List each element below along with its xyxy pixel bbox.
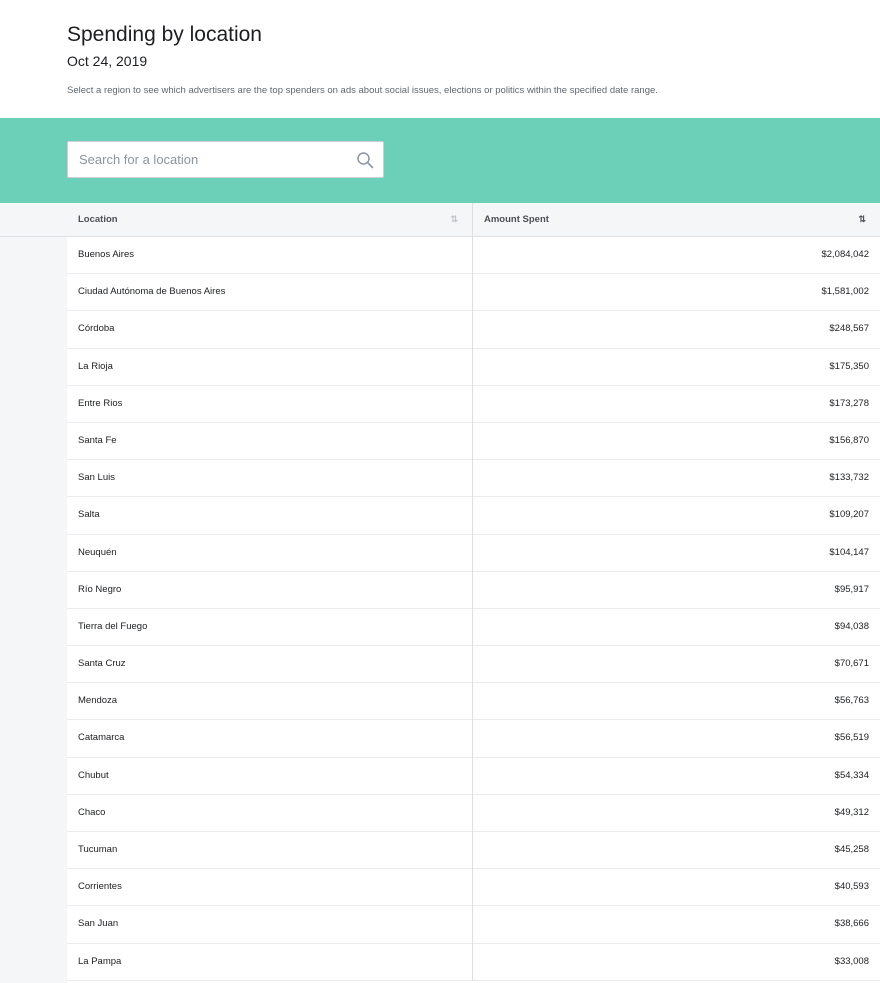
location-cell[interactable]: Córdoba	[67, 311, 473, 349]
column-header-location[interactable]: Location ⇅	[67, 203, 473, 236]
date-label: Oct 24, 2019	[67, 53, 148, 69]
table-row[interactable]: Catamarca $56,519	[67, 720, 880, 758]
table-row[interactable]: Salta $109,207	[67, 497, 880, 535]
amount-cell: $45,258	[834, 844, 869, 855]
table-row[interactable]: Santa Fe $156,870	[67, 422, 880, 461]
table-row[interactable]: Río Negro $95,917	[67, 571, 880, 609]
amount-cell: $2,084,042	[821, 249, 869, 260]
location-cell[interactable]: Chaco	[67, 794, 473, 832]
column-header-amount-spent[interactable]: Amount Spent ⇅	[473, 203, 880, 236]
amount-cell: $95,917	[834, 583, 869, 595]
search-input[interactable]	[68, 142, 359, 177]
table-row[interactable]: La Pampa $33,008	[67, 943, 880, 981]
location-cell[interactable]: Ciudad Autónoma de Buenos Aires	[67, 274, 473, 312]
table-row[interactable]: Córdoba $248,567	[67, 311, 880, 349]
table-row[interactable]: La Rioja $175,350	[67, 348, 880, 386]
table-row[interactable]: Chaco $49,312	[67, 794, 880, 832]
amount-cell: $1,581,002	[821, 286, 869, 298]
sort-icon[interactable]: ⇅	[450, 203, 458, 236]
table-row[interactable]: Corrientes $40,593	[67, 869, 880, 907]
search-icon[interactable]	[356, 151, 374, 169]
amount-cell: $56,519	[834, 732, 869, 744]
table-row[interactable]: Chubut $54,334	[67, 757, 880, 795]
amount-cell: $54,334	[834, 769, 869, 781]
amount-cell: $109,207	[829, 509, 869, 521]
location-cell[interactable]: La Pampa	[67, 943, 473, 981]
location-cell[interactable]: La Rioja	[67, 348, 473, 386]
table-row[interactable]: Neuquén $104,147	[67, 534, 880, 572]
location-cell[interactable]: Catamarca	[67, 720, 473, 758]
location-cell[interactable]: Salta	[67, 497, 473, 535]
table-row[interactable]: San Luis $133,732	[67, 460, 880, 498]
location-cell[interactable]: Corrientes	[67, 869, 473, 907]
location-cell[interactable]: San Luis	[67, 460, 473, 498]
location-cell[interactable]: Neuquén	[67, 534, 473, 572]
amount-cell: $38,666	[834, 918, 869, 930]
amount-cell: $173,278	[829, 397, 869, 409]
table-header: Location ⇅ Amount Spent ⇅	[0, 203, 880, 237]
amount-cell: $175,350	[829, 360, 869, 372]
table-row[interactable]: Buenos Aires $2,084,042	[67, 237, 880, 275]
location-cell[interactable]: Tierra del Fuego	[67, 608, 473, 647]
page-title: Spending by location	[67, 23, 262, 46]
location-cell[interactable]: Mendoza	[67, 683, 473, 721]
table-body: Buenos Aires $2,084,042 Ciudad Autónoma de…	[67, 237, 880, 981]
table-row[interactable]: Tierra del Fuego $94,038	[67, 608, 880, 647]
column-header-label: Amount Spent	[484, 214, 549, 225]
table-row[interactable]: Santa Cruz $70,671	[67, 646, 880, 684]
search-box[interactable]	[67, 141, 384, 178]
amount-cell: $49,312	[834, 806, 869, 818]
location-cell[interactable]: Santa Fe	[67, 422, 473, 461]
location-cell[interactable]: Tucuman	[67, 832, 473, 870]
amount-cell: $56,763	[834, 695, 869, 707]
amount-cell: $248,567	[829, 323, 869, 335]
location-cell[interactable]: Río Negro	[67, 571, 473, 609]
search-band	[0, 118, 880, 203]
amount-cell: $156,870	[829, 434, 869, 446]
column-header-label: Location	[78, 214, 118, 225]
table-row[interactable]: San Juan $38,666	[67, 906, 880, 944]
amount-cell: $70,671	[834, 658, 869, 670]
sort-icon[interactable]: ⇅	[858, 203, 866, 236]
location-cell[interactable]: Entre Rios	[67, 385, 473, 423]
location-cell[interactable]: Santa Cruz	[67, 646, 473, 684]
amount-cell: $133,732	[829, 472, 869, 484]
location-cell[interactable]: San Juan	[67, 906, 473, 944]
table-row[interactable]: Mendoza $56,763	[67, 683, 880, 721]
table-row[interactable]: Tucuman $45,258	[67, 832, 880, 870]
amount-cell: $94,038	[834, 620, 869, 632]
table-row[interactable]: Ciudad Autónoma de Buenos Aires $1,581,00…	[67, 274, 880, 312]
amount-cell: $33,008	[834, 955, 869, 967]
left-gutter	[0, 203, 67, 983]
location-cell[interactable]: Chubut	[67, 757, 473, 795]
amount-cell: $104,147	[829, 546, 869, 558]
page-description: Select a region to see which advertisers…	[67, 85, 658, 96]
location-cell[interactable]: Buenos Aires	[67, 237, 473, 275]
table-row[interactable]: Entre Rios $173,278	[67, 385, 880, 423]
amount-cell: $40,593	[834, 881, 869, 893]
